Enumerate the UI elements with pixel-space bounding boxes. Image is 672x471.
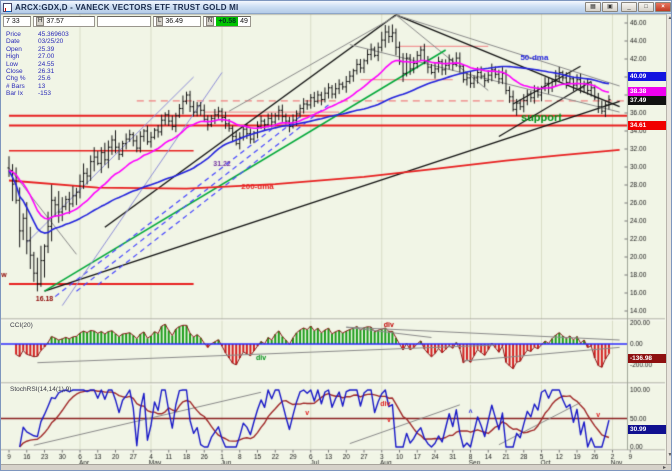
data-panel-value: 26.31 — [38, 68, 54, 75]
scroll-up-icon[interactable]: ▲ — [667, 15, 672, 22]
data-panel-row: # Bars13 — [6, 83, 98, 90]
vertical-scrollbar[interactable]: ▲ ▼ — [666, 14, 672, 464]
stoch-value-tag: 30.99 — [628, 425, 666, 434]
last-price-tag: 37.49 — [628, 96, 666, 105]
cci-value-tag: -136.98 — [628, 354, 666, 363]
data-panel-label: Open — [6, 46, 38, 53]
chart-window-icon — [3, 3, 12, 12]
data-panel-label: Chg % — [6, 75, 38, 82]
data-panel-label: Low — [6, 61, 38, 68]
chart-canvas[interactable] — [1, 1, 672, 471]
scroll-right-icon[interactable]: ▸ — [663, 465, 666, 471]
data-panel-row: Price45.369603 — [6, 31, 98, 38]
cci-panel-label: CCI(20) — [10, 322, 33, 329]
scroll-down-icon[interactable]: ▼ — [667, 452, 672, 459]
data-panel-value: 25.6 — [38, 75, 51, 82]
data-panel-value: 03/25/20 — [38, 38, 63, 45]
support-price-tag: 34.61 — [628, 121, 666, 130]
quote-field-1-value: 7 33 — [6, 17, 20, 26]
data-panel-label: # Bars — [6, 83, 38, 90]
data-panel-label: Close — [6, 68, 38, 75]
high-chip: H — [36, 17, 44, 26]
data-panel: Price45.369603Date03/25/20Open25.39High2… — [6, 31, 98, 98]
data-panel-value: 27.00 — [38, 53, 54, 60]
toolbar-button-b[interactable]: ▣ — [602, 2, 618, 12]
data-panel-value: 25.39 — [38, 46, 54, 53]
low-value: 36.49 — [165, 17, 183, 26]
window-titlebar[interactable]: ARCX:GDX,D - VANECK VECTORS ETF TRUST GO… — [1, 1, 672, 14]
net-extra-value: 49 — [240, 17, 248, 26]
data-panel-value: -153 — [38, 90, 51, 97]
data-panel-label: Bar Ix — [6, 90, 38, 97]
maximize-button[interactable]: □ — [638, 2, 654, 12]
ma20-price-tag: 38.38 — [628, 87, 666, 96]
quote-field-low[interactable]: L 36.49 — [153, 16, 201, 27]
low-chip: L — [156, 17, 163, 26]
quote-field-high[interactable]: H 37.57 — [33, 16, 95, 27]
data-panel-row: Close26.31 — [6, 68, 98, 75]
net-change-value: +0.58 — [216, 17, 238, 26]
minimize-button[interactable]: _ — [621, 2, 637, 12]
ma50-price-tag: 40.09 — [628, 72, 666, 81]
data-panel-label: High — [6, 53, 38, 60]
window-title: ARCX:GDX,D - VANECK VECTORS ETF TRUST GO… — [15, 3, 238, 12]
bottom-strip: ▸ — [1, 464, 672, 471]
quote-field-empty[interactable] — [97, 16, 151, 27]
data-panel-row: Bar Ix-153 — [6, 90, 98, 97]
data-panel-row: Low24.55 — [6, 61, 98, 68]
toolbar-button-a[interactable]: ▦ — [585, 2, 601, 12]
data-panel-value: 24.55 — [38, 61, 54, 68]
data-panel-row: Chg %25.6 — [6, 75, 98, 82]
data-panel-label: Price — [6, 31, 38, 38]
data-panel-value: 45.369603 — [38, 31, 69, 38]
stochrsi-panel-label: StochRSI(14,14(1),9) — [10, 386, 71, 393]
data-panel-value: 13 — [38, 83, 45, 90]
quote-field-1[interactable]: 7 33 — [3, 16, 31, 27]
data-panel-row: High27.00 — [6, 53, 98, 60]
chart-window: ARCX:GDX,D - VANECK VECTORS ETF TRUST GO… — [0, 0, 672, 471]
data-panel-row: Date03/25/20 — [6, 38, 98, 45]
data-panel-label: Date — [6, 38, 38, 45]
high-value: 37.57 — [46, 17, 64, 26]
net-chip: N — [206, 17, 214, 26]
quote-field-net[interactable]: N +0.58 49 — [203, 16, 251, 27]
close-button[interactable]: × — [655, 2, 671, 12]
quote-toolbar: 7 33 H 37.57 L 36.49 N +0.58 49 — [3, 15, 251, 27]
data-panel-row: Open25.39 — [6, 46, 98, 53]
